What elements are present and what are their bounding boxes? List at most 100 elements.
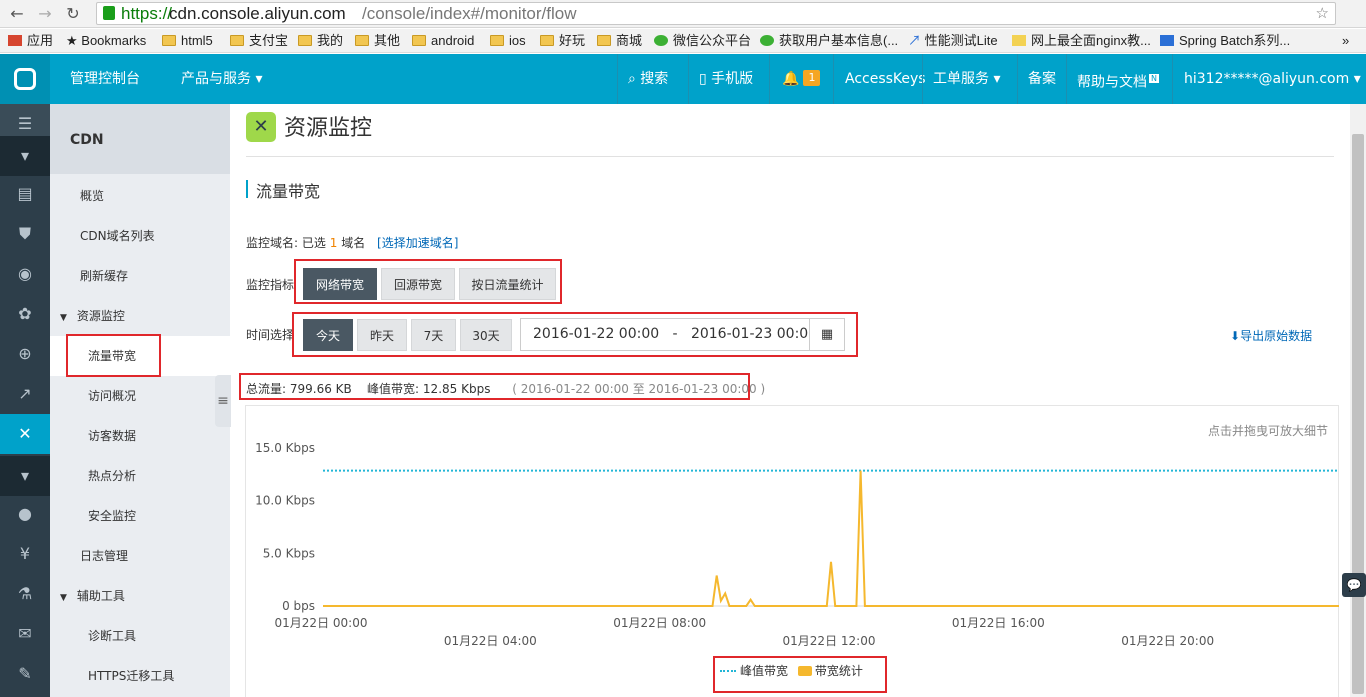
tickets-menu[interactable]: 工单服务 ▾ [933,54,1000,104]
bandwidth-chart-svg: 0 bps 5.0 Kbps 10.0 Kbps 15.0 Kbps 01月22日 00… [255,441,1339,648]
mail-icon[interactable]: ✉ [0,614,50,654]
bookmark-folder[interactable]: 其他 [355,32,400,50]
url-path: /console/index#/monitor/flow [362,4,577,23]
console-home-link[interactable]: 管理控制台 [70,54,140,104]
select-domain-link[interactable]: [选择加速域名] [377,236,458,250]
folder-icon [597,35,611,46]
caret-down-icon: ▼ [60,313,67,323]
beian-link[interactable]: 备案 [1028,54,1056,104]
bookmark-folder[interactable]: 支付宝 [230,32,288,50]
legend-bandwidth[interactable]: 带宽统计 [797,664,863,678]
bookmarks-bar: 应用 ★ Bookmarks html5 支付宝 我的 其他 android i… [0,29,1366,53]
globe-icon[interactable]: ⊕ [0,334,50,374]
bookmark-bookmarks[interactable]: ★ Bookmarks [66,32,146,50]
sidebar-item-logs[interactable]: 日志管理 [50,536,230,576]
chevron-down-icon[interactable]: ▾ [0,456,50,496]
notifications-button[interactable]: 🔔 1 [782,54,821,104]
sidebar-item-security-monitor[interactable]: 安全监控 [50,496,230,536]
time-yesterday-button[interactable]: 昨天 [357,319,407,351]
yen-icon[interactable]: ¥ [0,534,50,574]
bookmark-wechat[interactable]: 微信公众平台 [654,32,751,50]
help-docs-link[interactable]: 帮助与文档 N [1077,54,1159,104]
time-30days-button[interactable]: 30天 [460,319,512,351]
folder-icon [540,35,554,46]
sidebar-item-https-migrate[interactable]: HTTPS迁移工具 [50,656,230,696]
divider [246,156,1334,157]
sidebar-item-access-overview[interactable]: 访问概况 [50,376,230,416]
bookmark-folder[interactable]: 我的 [298,32,343,50]
date-range-input[interactable]: 2016-01-22 00:00 - 2016-01-23 00:00 [520,318,817,351]
bookmark-folder[interactable]: 商城 [597,32,642,50]
user-icon[interactable]: ● [0,494,50,534]
sidebar-item-visitor-data[interactable]: 访客数据 [50,416,230,456]
bookmark-spring[interactable]: Spring Batch系列... [1160,32,1290,50]
url-scheme: https:// [121,4,173,23]
x-tick-label: 01月22日 00:00 [275,616,368,630]
sidebar-item-hotspot[interactable]: 热点分析 [50,456,230,496]
address-bar[interactable]: https:// cdn.console.aliyun.com /console… [96,2,1336,25]
new-badge: N [1149,74,1159,83]
bookmark-folder[interactable]: android [412,32,474,50]
x-tick-label: 01月22日 20:00 [1121,634,1214,648]
legend-peak[interactable]: 峰值带宽 [720,664,788,678]
flask-icon[interactable]: ⚗ [0,574,50,614]
sidebar-item-overview[interactable]: 概览 [50,176,230,216]
dns-icon[interactable]: ◉ [0,254,50,294]
mobile-link[interactable]: ▯ 手机版 [699,54,753,104]
metric-daily-traffic-button[interactable]: 按日流量统计 [459,268,556,300]
more-bookmarks-icon[interactable]: » [1342,32,1349,50]
forward-icon[interactable]: → [34,3,56,25]
y-tick-label: 5.0 Kbps [263,546,315,560]
bookmark-perf[interactable]: ↗ 性能测试Lite [908,32,998,50]
sidebar-item-domain-list[interactable]: CDN域名列表 [50,216,230,256]
chevron-down-icon: ▾ [1353,71,1361,87]
metric-origin-bandwidth-button[interactable]: 回源带宽 [381,268,455,300]
product-icon-bar: ☰ ▾ ▤ ⛊ ◉ ✿ ⊕ ↗ ✕ ▾ ● ¥ ⚗ ✉ ✎ [0,104,50,697]
page-scrollbar[interactable] [1350,104,1366,697]
time-today-button[interactable]: 今天 [303,319,353,351]
browser-toolbar: ← → ↻ https:// cdn.console.aliyun.com /c… [0,0,1366,28]
shield-icon[interactable]: ⛊ [0,214,50,254]
search-icon: ⌕ [628,71,636,87]
bookmark-nginx[interactable]: 网上最全面nginx教... [1012,32,1151,50]
bookmark-wechat[interactable]: 获取用户基本信息(... [760,32,898,50]
cluster-icon[interactable]: ✿ [0,294,50,334]
chevron-down-icon: ▾ [255,71,263,87]
cdn-icon[interactable]: ✕ [0,414,50,454]
pencil-icon[interactable]: ✎ [0,654,50,694]
export-raw-data-link[interactable]: ⬇导出原始数据 [1230,327,1312,344]
products-menu[interactable]: 产品与服务 ▾ [181,54,262,104]
sidebar-group-monitor[interactable]: ▼ 资源监控 [50,296,230,336]
chevron-down-icon[interactable]: ▾ [0,136,50,176]
trend-icon: ↗ [908,33,925,48]
chat-icon[interactable]: 💬 [1342,573,1366,597]
metric-network-bandwidth-button[interactable]: 网络带宽 [303,268,377,300]
back-icon[interactable]: ← [6,3,28,25]
section-title: 流量带宽 [256,182,321,201]
collapse-sidebar-icon[interactable]: ≡ [215,375,231,427]
notification-count-badge: 1 [803,70,821,86]
time-7days-button[interactable]: 7天 [411,319,456,351]
sidebar-item-refresh-cache[interactable]: 刷新缓存 [50,256,230,296]
summary-range: ( 2016-01-22 00:00 至 2016-01-23 00:00 ) [512,382,766,396]
bookmark-folder[interactable]: ios [490,32,526,50]
bookmark-star-icon[interactable]: ☆ [1316,4,1329,22]
user-menu[interactable]: hi312*****@aliyun.com ▾ [1184,54,1361,104]
reload-icon[interactable]: ↻ [62,3,84,25]
bookmark-folder[interactable]: 好玩 [540,32,585,50]
bookmark-apps[interactable]: 应用 [8,32,53,50]
metric-label: 监控指标 [246,278,295,292]
globe-icon [1160,35,1174,46]
trend-icon[interactable]: ↗ [0,374,50,414]
calendar-icon[interactable]: ▦ [809,318,845,351]
server-icon[interactable]: ▤ [0,174,50,214]
bookmark-folder[interactable]: html5 [162,32,213,50]
wechat-icon [760,35,774,46]
time-label: 时间选择 [246,328,295,342]
aliyun-logo-icon[interactable] [0,54,50,104]
sidebar-group-tools[interactable]: ▼ 辅助工具 [50,576,230,616]
folder-icon [298,35,312,46]
sidebar-item-diagnose[interactable]: 诊断工具 [50,616,230,656]
search-button[interactable]: ⌕ 搜索 [628,54,668,104]
accesskeys-link[interactable]: AccessKeys [845,54,926,104]
